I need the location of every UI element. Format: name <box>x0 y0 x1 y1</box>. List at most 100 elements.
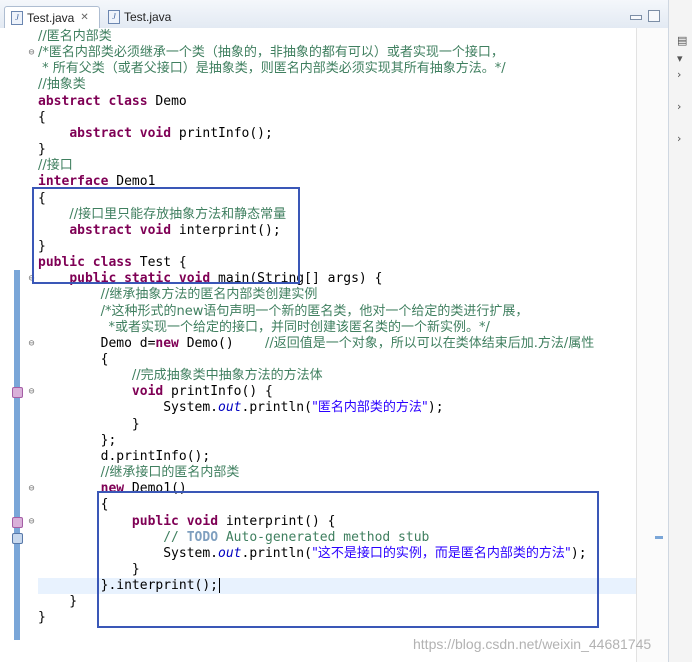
code-token: /*匿名内部类必须继承一个类（抽象的，非抽象的都有可以）或者实现一个接口， <box>38 45 504 61</box>
code-line[interactable]: d.printInfo(); <box>38 449 211 465</box>
code-token: System. <box>38 545 219 561</box>
code-token: Test { <box>131 255 187 271</box>
collapse-icon[interactable]: ▾ <box>677 52 683 65</box>
chevron-icon[interactable]: › <box>677 132 681 145</box>
code-token: { <box>38 352 109 367</box>
code-token: } <box>38 142 46 158</box>
code-line[interactable]: void printInfo() { <box>38 384 273 400</box>
code-token: Demo() <box>178 335 265 351</box>
code-token: Demo1 <box>108 174 156 190</box>
code-line-current[interactable]: }.interprint(); <box>38 578 636 595</box>
code-token: TODO <box>186 529 219 545</box>
code-token: interface <box>38 174 109 190</box>
code-line[interactable]: public class Test { <box>38 255 187 271</box>
override-marker-icon[interactable] <box>12 387 23 399</box>
code-token: public <box>131 513 179 529</box>
code-token: //返回值是一个对象，所以可以在类体结束后加.方法/属性 <box>264 335 595 351</box>
code-line[interactable]: { <box>38 110 46 126</box>
code-line[interactable]: } <box>38 417 140 433</box>
ruler-mark[interactable] <box>655 536 663 539</box>
code-token: class <box>92 255 132 271</box>
code-line[interactable]: /*匿名内部类必须继承一个类（抽象的，非抽象的都有可以）或者实现一个接口， <box>38 45 504 61</box>
outline-icon[interactable]: ▤ <box>677 34 687 47</box>
code-token: .println( <box>241 400 312 416</box>
code-line[interactable]: abstract void interprint(); <box>38 223 280 239</box>
code-line[interactable]: //接口 <box>38 158 73 174</box>
minimize-icon[interactable] <box>630 15 642 20</box>
code-token: Demo1() <box>124 481 187 497</box>
code-line[interactable]: //完成抽象类中抽象方法的方法体 <box>38 368 323 384</box>
code-line[interactable]: * 所有父类（或者父接口）是抽象类，则匿名内部类必须实现其所有抽象方法。*/ <box>38 61 506 77</box>
code-line[interactable]: new Demo1() <box>38 481 187 497</box>
code-token: } <box>38 594 78 610</box>
code-line[interactable]: } <box>38 610 46 626</box>
folding-column: ⊖ ⊖ ⊖ ⊖ ⊖ ⊖ <box>24 28 36 662</box>
code-line[interactable]: //继承接口的匿名内部类 <box>38 465 240 481</box>
code-line[interactable]: interface Demo1 <box>38 174 155 190</box>
code-editor[interactable]: ⊖ ⊖ ⊖ ⊖ ⊖ ⊖ //匿名内部类/*匿名内部类必须继承一个类（抽象的，非抽象的都有可… <box>0 28 636 662</box>
code-line[interactable]: } <box>38 142 46 158</box>
code-token: public <box>38 255 85 271</box>
maximize-icon[interactable] <box>648 10 660 22</box>
code-line[interactable]: //匿名内部类 <box>38 29 112 45</box>
code-line[interactable]: }; <box>38 432 117 449</box>
code-token: //匿名内部类 <box>38 29 112 44</box>
override-marker-icon[interactable] <box>12 516 23 528</box>
code-line[interactable]: //继承抽象方法的匿名内部类创建实例 <box>38 287 318 303</box>
code-line[interactable]: // TODO Auto-generated method stub <box>38 530 429 546</box>
code-line[interactable]: Demo d=new Demo() //返回值是一个对象，所以可以在类体结束后加… <box>38 335 595 352</box>
code-token: void <box>131 384 164 400</box>
code-token: } <box>38 416 140 432</box>
code-token: //继承抽象方法的匿名内部类创建实例 <box>100 287 318 303</box>
fold-toggle-icon[interactable]: ⊖ <box>27 48 36 58</box>
code-line[interactable]: { <box>38 497 109 513</box>
code-token: }; <box>38 432 117 448</box>
code-token: new <box>100 481 125 497</box>
chevron-icon[interactable]: › <box>677 100 681 113</box>
code-line[interactable]: { <box>38 191 46 207</box>
code-line[interactable]: //抽象类 <box>38 77 86 93</box>
code-line[interactable]: System.out.println("匿名内部类的方法"); <box>38 400 444 416</box>
code-token: ); <box>427 400 444 416</box>
editor-tab-bar: J Test.java ✕ J Test.java <box>0 0 668 29</box>
code-line[interactable]: *或者实现一个给定的接口，并同时创建该匿名类的一个新实例。*/ <box>38 319 490 336</box>
code-line[interactable]: abstract void printInfo(); <box>38 126 273 142</box>
fold-toggle-icon[interactable]: ⊖ <box>27 387 36 397</box>
code-token: } <box>38 238 46 254</box>
code-line[interactable]: } <box>38 594 77 610</box>
chevron-icon[interactable]: › <box>677 68 681 81</box>
code-token: new <box>155 335 179 351</box>
code-token: } <box>38 610 46 626</box>
task-marker-icon[interactable] <box>12 532 23 544</box>
code-line[interactable]: public void interprint() { <box>38 513 336 530</box>
java-file-icon: J <box>11 10 23 25</box>
fold-toggle-icon[interactable]: ⊖ <box>27 338 36 348</box>
code-token: Auto-generated method stub <box>218 529 430 545</box>
tab-test-java[interactable]: J Test.java <box>104 6 194 28</box>
code-line[interactable]: } <box>38 562 140 578</box>
code-line[interactable]: } <box>38 239 46 255</box>
code-line[interactable]: /*这种形式的new语句声明一个新的匿名类，他对一个给定的类进行扩展， <box>38 304 529 320</box>
code-token: { <box>38 109 46 125</box>
code-token: void <box>139 125 172 141</box>
code-token: "匿名内部类的方法" <box>311 400 428 416</box>
code-line[interactable]: abstract class Demo <box>38 94 187 110</box>
fold-toggle-icon[interactable]: ⊖ <box>27 516 36 526</box>
code-line[interactable]: { <box>38 352 109 368</box>
overview-ruler[interactable] <box>636 28 669 662</box>
code-token: *或者实现一个给定的接口，并同时创建该匿名类的一个新实例。*/ <box>108 319 490 335</box>
code-token: "这不是接口的实例，而是匿名内部类的方法" <box>311 545 571 561</box>
fold-toggle-icon[interactable]: ⊖ <box>27 274 36 284</box>
fold-toggle-icon[interactable]: ⊖ <box>27 484 36 494</box>
code-token: //接口 <box>38 158 73 174</box>
code-line[interactable]: public static void main(String[] args) { <box>38 271 382 287</box>
code-line[interactable]: System.out.println("这不是接口的实例，而是匿名内部类的方法"… <box>38 545 586 562</box>
close-icon[interactable]: ✕ <box>80 12 88 23</box>
tab-test-java-active[interactable]: J Test.java ✕ <box>4 6 100 28</box>
code-line[interactable]: //接口里只能存放抽象方法和静态常量 <box>38 207 286 223</box>
